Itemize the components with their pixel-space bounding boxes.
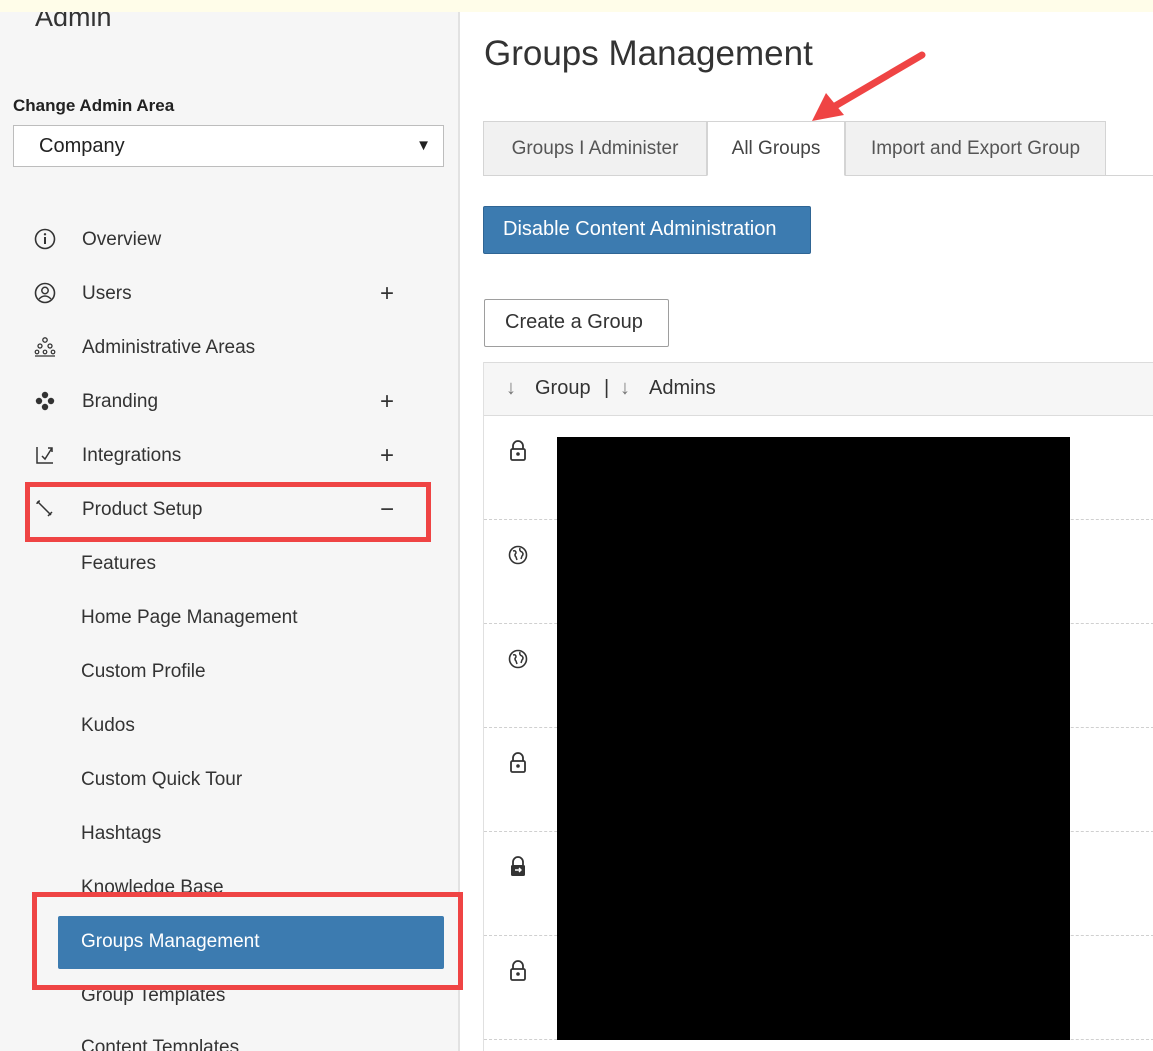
tab-groups-i-administer[interactable]: Groups I Administer	[483, 121, 707, 176]
sub-item-kudos[interactable]: Kudos	[81, 715, 135, 737]
sub-item-home-page-management[interactable]: Home Page Management	[81, 607, 298, 629]
column-separator: |	[604, 377, 610, 399]
info-icon	[34, 228, 56, 250]
globe-icon	[508, 648, 528, 670]
change-admin-area-label: Change Admin Area	[13, 96, 175, 115]
sort-down-icon[interactable]: ↓	[620, 377, 630, 400]
nav-item-branding[interactable]: Branding +	[30, 382, 430, 422]
lock-icon	[508, 752, 528, 774]
highlight-groups-management	[32, 892, 463, 990]
nav-label: Overview	[82, 229, 162, 250]
sub-item-custom-profile[interactable]: Custom Profile	[81, 661, 206, 683]
admin-title: Admin	[35, 12, 112, 32]
globe-icon	[508, 544, 528, 566]
page-title: Groups Management	[484, 34, 813, 73]
lock-share-icon	[508, 856, 528, 878]
nav-item-users[interactable]: Users +	[30, 274, 430, 314]
admin-area-value: Company	[39, 135, 125, 157]
sub-item-content-templates[interactable]: Content Templates	[81, 1037, 239, 1051]
redacted-region	[557, 437, 1070, 1040]
expand-icon[interactable]: +	[380, 388, 394, 416]
top-banner	[0, 0, 1153, 12]
user-icon	[34, 282, 56, 304]
lock-icon	[508, 440, 528, 462]
nav-label: Users	[82, 283, 132, 304]
palette-icon	[34, 390, 56, 412]
expand-icon[interactable]: +	[380, 280, 394, 308]
nav-item-administrative-areas[interactable]: Administrative Areas	[30, 328, 430, 368]
disable-content-administration-button[interactable]: Disable Content Administration	[483, 206, 811, 254]
nav-item-overview[interactable]: Overview	[30, 220, 430, 260]
sub-item-custom-quick-tour[interactable]: Custom Quick Tour	[81, 769, 242, 791]
org-chart-icon	[34, 336, 56, 358]
create-group-button[interactable]: Create a Group	[484, 299, 669, 347]
column-group[interactable]: Group	[535, 377, 591, 400]
annotation-arrow-icon	[812, 51, 926, 121]
sub-item-hashtags[interactable]: Hashtags	[81, 823, 161, 845]
nav-label: Branding	[82, 391, 159, 412]
admin-area-select[interactable]: Company ▼	[13, 125, 444, 167]
sort-down-icon[interactable]: ↓	[506, 377, 516, 400]
table-header: ↓ Group | ↓ Admins	[484, 362, 1153, 416]
expand-icon[interactable]: +	[380, 442, 394, 470]
column-admins[interactable]: Admins	[649, 377, 716, 400]
highlight-product-setup	[25, 482, 431, 542]
sub-item-features[interactable]: Features	[81, 553, 156, 575]
integration-icon	[34, 444, 56, 466]
nav-label: Administrative Areas	[82, 337, 256, 358]
nav-label: Integrations	[82, 445, 182, 466]
lock-icon	[508, 960, 528, 982]
nav-item-integrations[interactable]: Integrations +	[30, 436, 430, 476]
dropdown-caret-icon: ▼	[416, 137, 431, 154]
